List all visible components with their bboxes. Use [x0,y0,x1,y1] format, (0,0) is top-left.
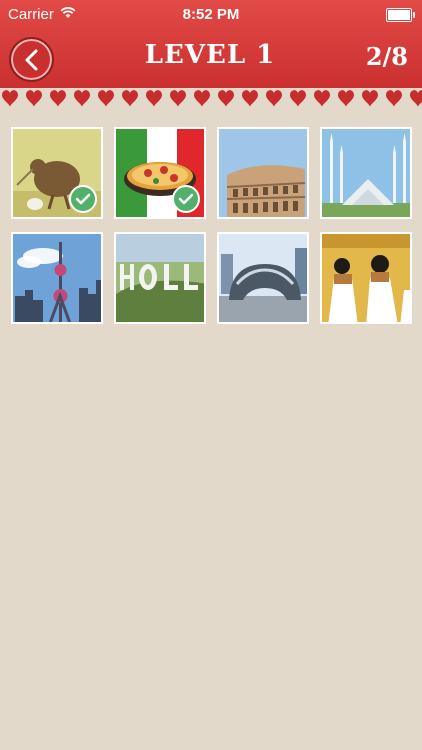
solved-check-icon [172,185,200,213]
solved-check-icon [69,185,97,213]
tile-faisal-mosque[interactable] [320,127,412,219]
heart-icon [290,90,306,107]
heart-icon [362,90,378,107]
heart-icon [74,90,90,107]
tile-cloud-gate[interactable] [217,232,309,324]
tile-pizza-italy[interactable] [114,127,206,219]
status-time: 8:52 PM [182,6,240,23]
heart-icon [146,90,162,107]
tile-egyptian-art[interactable] [320,232,412,324]
level-title: LEVEL 1 [144,40,276,70]
tile-kiwi[interactable] [11,127,103,219]
header-bar: Carrier 8:52 PM LEVEL 1 2/8 [0,0,422,88]
heart-icon [410,90,422,107]
status-bar: Carrier 8:52 PM [0,0,422,28]
tile-shanghai-tower[interactable] [11,232,103,324]
battery-icon [386,8,415,22]
heart-icon [122,90,138,107]
heart-icon [50,90,66,107]
progress-counter: 2/8 [365,42,408,71]
heart-icon [338,90,354,107]
heart-icon [98,90,114,107]
tile-colosseum[interactable] [217,127,309,219]
chevron-left-icon [25,49,37,70]
heart-icon [242,90,258,107]
back-button[interactable] [9,37,54,82]
heart-icon [218,90,234,107]
heart-icon [170,90,186,107]
tile-hollywood-sign[interactable] [114,232,206,324]
hearts-border [2,90,422,107]
heart-icon [194,90,210,107]
heart-icon [26,90,42,107]
heart-icon [386,90,402,107]
heart-icon [266,90,282,107]
heart-icon [2,90,18,107]
heart-icon [314,90,330,107]
